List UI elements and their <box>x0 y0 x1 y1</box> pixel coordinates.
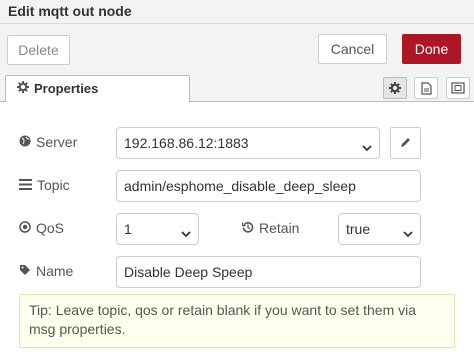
name-row: Name Disable Deep Speep <box>0 256 474 288</box>
pencil-icon <box>400 135 411 151</box>
chevron-down-icon <box>362 139 372 155</box>
name-value: Disable Deep Speep <box>124 264 253 280</box>
edit-server-button[interactable] <box>390 127 421 159</box>
document-icon[interactable] <box>414 77 438 99</box>
retain-value: true <box>346 221 371 237</box>
delete-button[interactable]: Delete <box>7 35 70 65</box>
gear-icon <box>17 81 29 96</box>
qos-value: 1 <box>124 221 132 237</box>
frame-icon[interactable] <box>446 77 470 99</box>
title-bar: Edit mqtt out node <box>0 0 474 24</box>
cancel-button[interactable]: Cancel <box>318 34 387 64</box>
gear-icon[interactable] <box>383 77 407 99</box>
dialog-title: Edit mqtt out node <box>8 3 132 19</box>
server-row: Server 192.168.86.12:1883 <box>0 127 474 159</box>
chevron-down-icon <box>181 225 191 241</box>
qos-select[interactable]: 1 <box>116 213 199 245</box>
tag-icon <box>19 263 31 279</box>
globe-icon <box>19 134 31 150</box>
done-button[interactable]: Done <box>402 34 461 64</box>
server-label: Server <box>36 134 78 150</box>
retain-label: Retain <box>259 220 300 236</box>
name-label: Name <box>36 263 74 279</box>
dial-icon <box>19 220 31 236</box>
history-icon <box>241 220 254 236</box>
server-select[interactable]: 192.168.86.12:1883 <box>116 127 380 159</box>
qos-label: QoS <box>36 220 65 236</box>
button-bar: Delete Cancel Done <box>0 24 474 72</box>
tip-text: Tip: Leave topic, qos or retain blank if… <box>29 302 417 337</box>
list-icon <box>19 177 32 193</box>
properties-panel: Server 192.168.86.12:1883 Topic admin/es… <box>0 102 474 361</box>
topic-input[interactable]: admin/esphome_disable_deep_sleep <box>116 170 421 202</box>
server-value: 192.168.86.12:1883 <box>124 135 249 151</box>
tip-box: Tip: Leave topic, qos or retain blank if… <box>19 294 455 348</box>
name-input[interactable]: Disable Deep Speep <box>116 256 421 288</box>
tab-properties[interactable]: Properties <box>5 75 190 104</box>
topic-value: admin/esphome_disable_deep_sleep <box>124 178 356 194</box>
chevron-down-icon <box>403 225 413 241</box>
topic-label: Topic <box>37 177 70 193</box>
topic-row: Topic admin/esphome_disable_deep_sleep <box>0 170 474 202</box>
qos-row: QoS 1 Retain true <box>0 213 474 245</box>
retain-select[interactable]: true <box>338 213 421 245</box>
tab-properties-label: Properties <box>34 81 99 96</box>
